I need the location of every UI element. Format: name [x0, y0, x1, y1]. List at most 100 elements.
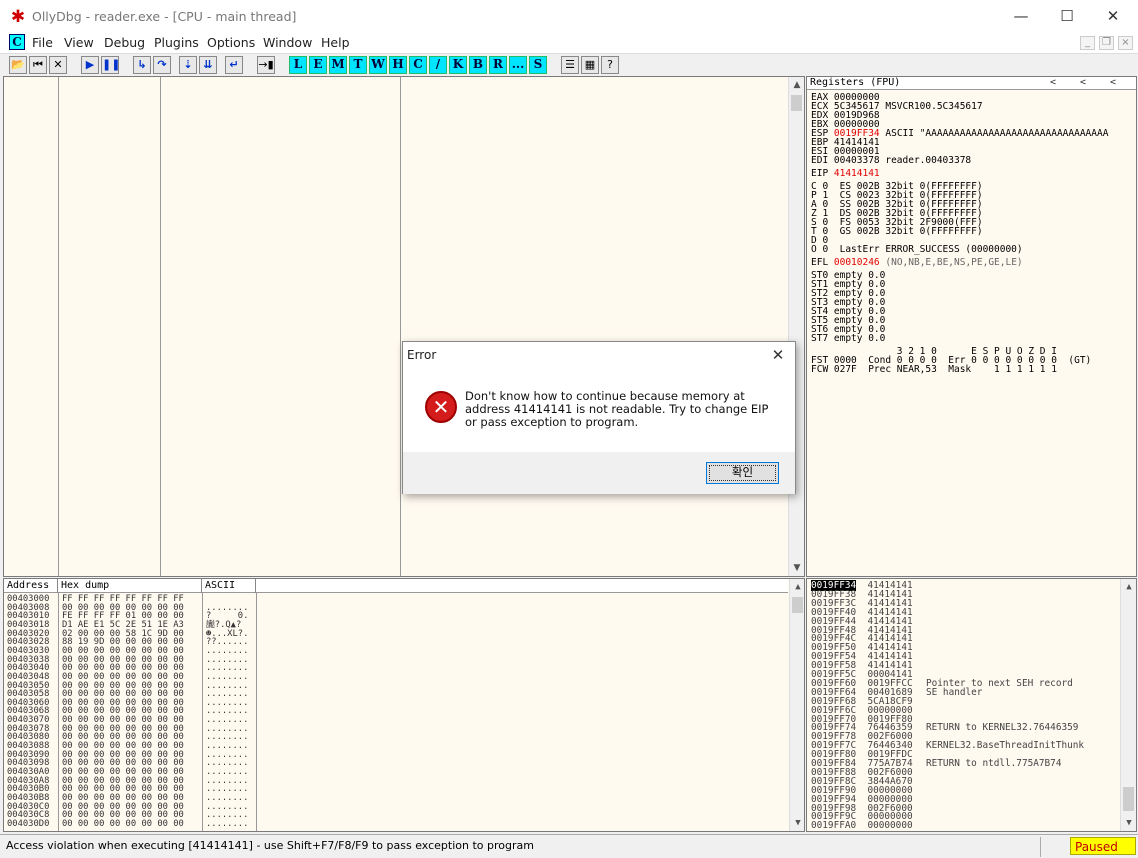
scroll-up-icon[interactable]: ▲ — [789, 77, 804, 93]
go-to-origin-icon[interactable]: →▮ — [257, 56, 275, 74]
column-header-ascii[interactable]: ASCII — [202, 579, 256, 593]
threads-button[interactable]: T — [349, 56, 367, 74]
ollydbg-bug-icon: ✱ — [10, 7, 26, 27]
run-icon[interactable]: ▶ — [81, 56, 99, 74]
close-button[interactable]: ✕ — [1090, 0, 1136, 33]
hex-dump-pane[interactable]: Address Hex dump ASCII 00403000 FF FF FF … — [3, 578, 805, 832]
dump-address[interactable]: 004030D0 — [7, 820, 49, 829]
register-line[interactable]: T 0 GS 002B 32bit 0(FFFFFFFF) — [811, 227, 983, 237]
menu-debug[interactable]: Debug — [104, 35, 145, 50]
status-divider — [1040, 837, 1041, 857]
menu-window[interactable]: Window — [263, 35, 312, 50]
help-icon[interactable]: ? — [601, 56, 619, 74]
log-window-button[interactable]: L — [289, 56, 307, 74]
scroll-thumb[interactable] — [1123, 787, 1134, 811]
mdi-restore-icon[interactable]: ❐ — [1099, 36, 1114, 50]
appearance-grid-icon[interactable]: ▦ — [581, 56, 599, 74]
menu-bar: C File View Debug Plugins Options Window… — [0, 33, 1138, 53]
execute-till-return-icon[interactable]: ↵ — [225, 56, 243, 74]
dump-hex[interactable]: 00 00 00 00 00 00 00 00 — [62, 820, 184, 829]
register-line[interactable]: EDI 00403378 reader.00403378 — [811, 156, 971, 166]
register-line[interactable]: EFL 00010246 (NO,NB,E,BE,NS,PE,GE,LE) — [811, 257, 1023, 268]
menu-plugins[interactable]: Plugins — [154, 35, 199, 50]
stack-row[interactable]: 0019FFA0 00000000 — [811, 821, 913, 830]
references-button[interactable]: R — [489, 56, 507, 74]
menu-file[interactable]: File — [32, 35, 53, 50]
trace-over-icon[interactable]: ⇊ — [199, 56, 217, 74]
register-line[interactable]: EIP 41414141 — [811, 169, 880, 179]
windows-button[interactable]: W — [369, 56, 387, 74]
registers-title: Registers (FPU) — [810, 77, 901, 88]
ok-button[interactable]: 확인 — [706, 462, 779, 484]
call-stack-button[interactable]: K — [449, 56, 467, 74]
registers-pane[interactable]: Registers (FPU) < < < EAX 00000000 ECX 5C… — [806, 76, 1137, 577]
source-button[interactable]: S — [529, 56, 547, 74]
toolbar: 📂 ⏮ ✕ ▶ ❚❚ ↳ ↷ ⇣ ⇊ ↵ →▮ L E M T W H C / … — [0, 53, 1138, 75]
status-bar: Access violation when executing [4141414… — [0, 834, 1138, 858]
executable-modules-button[interactable]: E — [309, 56, 327, 74]
register-line[interactable]: FCW 027F Prec NEAR,53 Mask 1 1 1 1 1 1 — [811, 365, 1057, 375]
prev-arrow-icon[interactable]: < — [1110, 77, 1116, 89]
handles-button[interactable]: H — [389, 56, 407, 74]
scroll-up-icon[interactable]: ▲ — [1121, 579, 1136, 595]
error-dialog: Error ✕ ✕ Don't know how to continue bec… — [402, 341, 796, 494]
dialog-close-icon[interactable]: ✕ — [767, 344, 789, 366]
dialog-footer: 확인 — [403, 452, 795, 494]
column-divider[interactable] — [400, 77, 401, 576]
pause-icon[interactable]: ❚❚ — [101, 56, 120, 74]
scroll-down-icon[interactable]: ▼ — [1121, 815, 1136, 831]
step-over-icon[interactable]: ↷ — [153, 56, 171, 74]
cpu-window-icon[interactable]: C — [9, 34, 25, 50]
flags-decoded: (NO,NB,E,BE,NS,PE,GE,LE) — [879, 257, 1023, 268]
scroll-down-icon[interactable]: ▼ — [789, 560, 804, 576]
step-into-icon[interactable]: ↳ — [133, 56, 151, 74]
prev-arrow-icon[interactable]: < — [1050, 77, 1056, 89]
run-trace-button[interactable]: ... — [509, 56, 527, 74]
menu-help[interactable]: Help — [321, 35, 350, 50]
stack-value: 00000000 — [867, 820, 913, 832]
dump-ascii[interactable]: ........ — [206, 820, 248, 829]
register-value-changed: 00010246 — [833, 257, 880, 268]
column-divider[interactable] — [160, 77, 161, 576]
column-header-address[interactable]: Address — [4, 579, 58, 593]
mdi-minimize-icon[interactable]: _ — [1080, 36, 1095, 50]
stack-pane[interactable]: 0019FF34 41414141 0019FF38 41414141 0019FF… — [806, 578, 1137, 832]
memory-map-button[interactable]: M — [329, 56, 347, 74]
scroll-thumb[interactable] — [791, 95, 802, 111]
register-line[interactable]: O 0 LastErr ERROR_SUCCESS (00000000) — [811, 245, 1023, 255]
menu-view[interactable]: View — [64, 35, 94, 50]
close-program-icon[interactable]: ✕ — [49, 56, 67, 74]
maximize-button[interactable]: ☐ — [1044, 0, 1090, 33]
open-folder-icon[interactable]: 📂 — [9, 56, 27, 74]
column-divider[interactable] — [58, 77, 59, 576]
disassembly-scrollbar[interactable]: ▲ ▼ — [788, 77, 804, 576]
title-bar: ✱ OllyDbg - reader.exe - [CPU - main thr… — [0, 0, 1138, 33]
stack-scrollbar[interactable]: ▲ ▼ — [1120, 579, 1136, 831]
dialog-message: Don't know how to continue because memor… — [465, 389, 769, 429]
patches-button[interactable]: / — [429, 56, 447, 74]
restart-icon[interactable]: ⏮ — [29, 56, 47, 74]
status-message: Access violation when executing [4141414… — [6, 839, 534, 852]
debugger-state-badge: Paused — [1070, 837, 1136, 855]
minimize-button[interactable]: — — [998, 0, 1044, 33]
mdi-close-icon[interactable]: × — [1118, 36, 1133, 50]
column-header-hex[interactable]: Hex dump — [58, 579, 202, 593]
stack-address: 0019FFA0 — [811, 820, 857, 832]
scroll-thumb[interactable] — [792, 597, 803, 613]
register-comment: ASCII "AAAAAAAAAAAAAAAAAAAAAAAAAAAAAAAA — [879, 128, 1109, 139]
list-icon[interactable]: ☰ — [561, 56, 579, 74]
trace-into-icon[interactable]: ⇣ — [179, 56, 197, 74]
stack-comment: SE handler — [926, 686, 983, 698]
prev-arrow-icon[interactable]: < — [1080, 77, 1086, 89]
window-title: OllyDbg - reader.exe - [CPU - main threa… — [32, 9, 297, 24]
scroll-up-icon[interactable]: ▲ — [790, 579, 804, 595]
scroll-down-icon[interactable]: ▼ — [790, 815, 804, 831]
dump-scrollbar[interactable]: ▲ ▼ — [789, 579, 804, 831]
breakpoints-button[interactable]: B — [469, 56, 487, 74]
register-line[interactable]: ST7 empty 0.0 — [811, 334, 885, 344]
menu-options[interactable]: Options — [207, 35, 255, 50]
registers-header[interactable]: Registers (FPU) < < < — [807, 77, 1136, 90]
cpu-button[interactable]: C — [409, 56, 427, 74]
disassembly-pane[interactable]: ▲ ▼ — [3, 76, 805, 577]
